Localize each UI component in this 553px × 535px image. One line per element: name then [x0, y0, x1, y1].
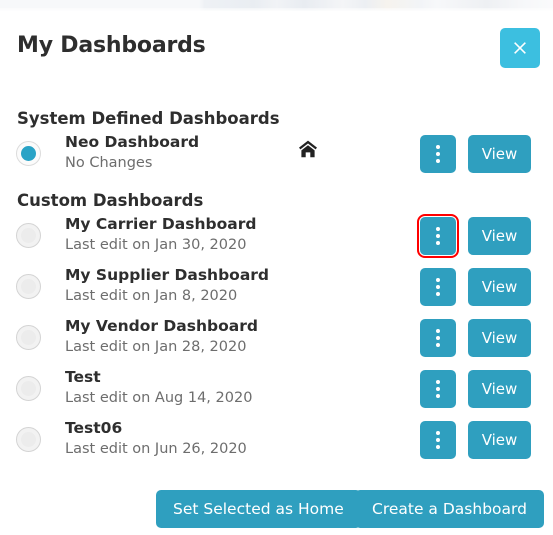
- page-title: My Dashboards: [17, 33, 206, 58]
- dashboard-menu-button[interactable]: [420, 370, 456, 408]
- view-button[interactable]: View: [468, 319, 531, 357]
- kebab-menu-icon: [436, 278, 440, 282]
- view-button[interactable]: View: [468, 421, 531, 459]
- dashboard-status: Last edit on Jan 30, 2020: [65, 237, 247, 253]
- kebab-menu-icon: [436, 227, 440, 231]
- dashboard-name: My Carrier Dashboard: [65, 215, 257, 233]
- kebab-menu-icon: [436, 285, 440, 289]
- kebab-menu-icon: [436, 438, 440, 442]
- modal-header: My Dashboards: [0, 11, 553, 83]
- kebab-menu-icon: [436, 234, 440, 238]
- dashboard-name: My Vendor Dashboard: [65, 317, 258, 335]
- dashboard-name: Test06: [65, 419, 123, 437]
- home-icon: [299, 140, 317, 158]
- my-dashboards-modal: My Dashboards System Defined Dashboards …: [0, 11, 553, 535]
- dashboard-menu-button[interactable]: [420, 135, 456, 173]
- dashboard-menu-button[interactable]: [417, 214, 459, 258]
- dashboard-modal-screen: My Dashboards System Defined Dashboards …: [0, 0, 553, 535]
- dashboard-radio-test06[interactable]: [16, 427, 41, 452]
- view-button[interactable]: View: [468, 370, 531, 408]
- kebab-menu-icon: [436, 329, 440, 333]
- dashboard-menu-button[interactable]: [420, 268, 456, 306]
- dashboard-radio-my-supplier[interactable]: [16, 274, 41, 299]
- dashboard-status: Last edit on Jun 26, 2020: [65, 441, 247, 457]
- kebab-menu-icon: [436, 159, 440, 163]
- set-selected-as-home-button[interactable]: Set Selected as Home: [156, 490, 361, 528]
- dashboard-row-test[interactable]: Test Last edit on Aug 14, 2020 View: [0, 364, 553, 414]
- dashboard-menu-button[interactable]: [420, 319, 456, 357]
- dashboard-row-neo[interactable]: Neo Dashboard No Changes View: [0, 129, 553, 179]
- view-button[interactable]: View: [468, 217, 531, 255]
- dashboard-name: Test: [65, 368, 101, 386]
- create-a-dashboard-button[interactable]: Create a Dashboard: [355, 490, 544, 528]
- dashboard-row-my-supplier[interactable]: My Supplier Dashboard Last edit on Jan 8…: [0, 262, 553, 312]
- kebab-menu-icon: [436, 292, 440, 296]
- kebab-menu-icon: [436, 152, 440, 156]
- close-icon: [514, 42, 526, 54]
- dashboard-radio-my-carrier[interactable]: [16, 223, 41, 248]
- dashboard-status: No Changes: [65, 155, 153, 171]
- view-button[interactable]: View: [468, 135, 531, 173]
- kebab-menu-icon: [436, 241, 440, 245]
- kebab-menu-icon: [436, 145, 440, 149]
- dashboard-name: Neo Dashboard: [65, 133, 200, 151]
- view-button[interactable]: View: [468, 268, 531, 306]
- dashboard-row-my-vendor[interactable]: My Vendor Dashboard Last edit on Jan 28,…: [0, 313, 553, 363]
- section-heading-custom: Custom Dashboards: [17, 191, 204, 210]
- section-heading-system: System Defined Dashboards: [17, 109, 280, 128]
- close-button[interactable]: [500, 28, 540, 68]
- dashboard-status: Last edit on Jan 8, 2020: [65, 288, 238, 304]
- kebab-menu-icon: [436, 431, 440, 435]
- dashboard-status: Last edit on Jan 28, 2020: [65, 339, 247, 355]
- kebab-menu-icon: [436, 387, 440, 391]
- kebab-menu-icon: [436, 380, 440, 384]
- dashboard-name: My Supplier Dashboard: [65, 266, 270, 284]
- kebab-menu-icon: [436, 343, 440, 347]
- kebab-menu-icon: [436, 394, 440, 398]
- dashboard-radio-test[interactable]: [16, 376, 41, 401]
- dashboard-row-my-carrier[interactable]: My Carrier Dashboard Last edit on Jan 30…: [0, 211, 553, 261]
- kebab-menu-icon: [436, 336, 440, 340]
- dashboard-radio-my-vendor[interactable]: [16, 325, 41, 350]
- kebab-menu-icon: [436, 445, 440, 449]
- dashboard-status: Last edit on Aug 14, 2020: [65, 390, 253, 406]
- dashboard-menu-button[interactable]: [420, 421, 456, 459]
- dashboard-row-test06[interactable]: Test06 Last edit on Jun 26, 2020 View: [0, 415, 553, 465]
- dashboard-radio-neo[interactable]: [16, 141, 41, 166]
